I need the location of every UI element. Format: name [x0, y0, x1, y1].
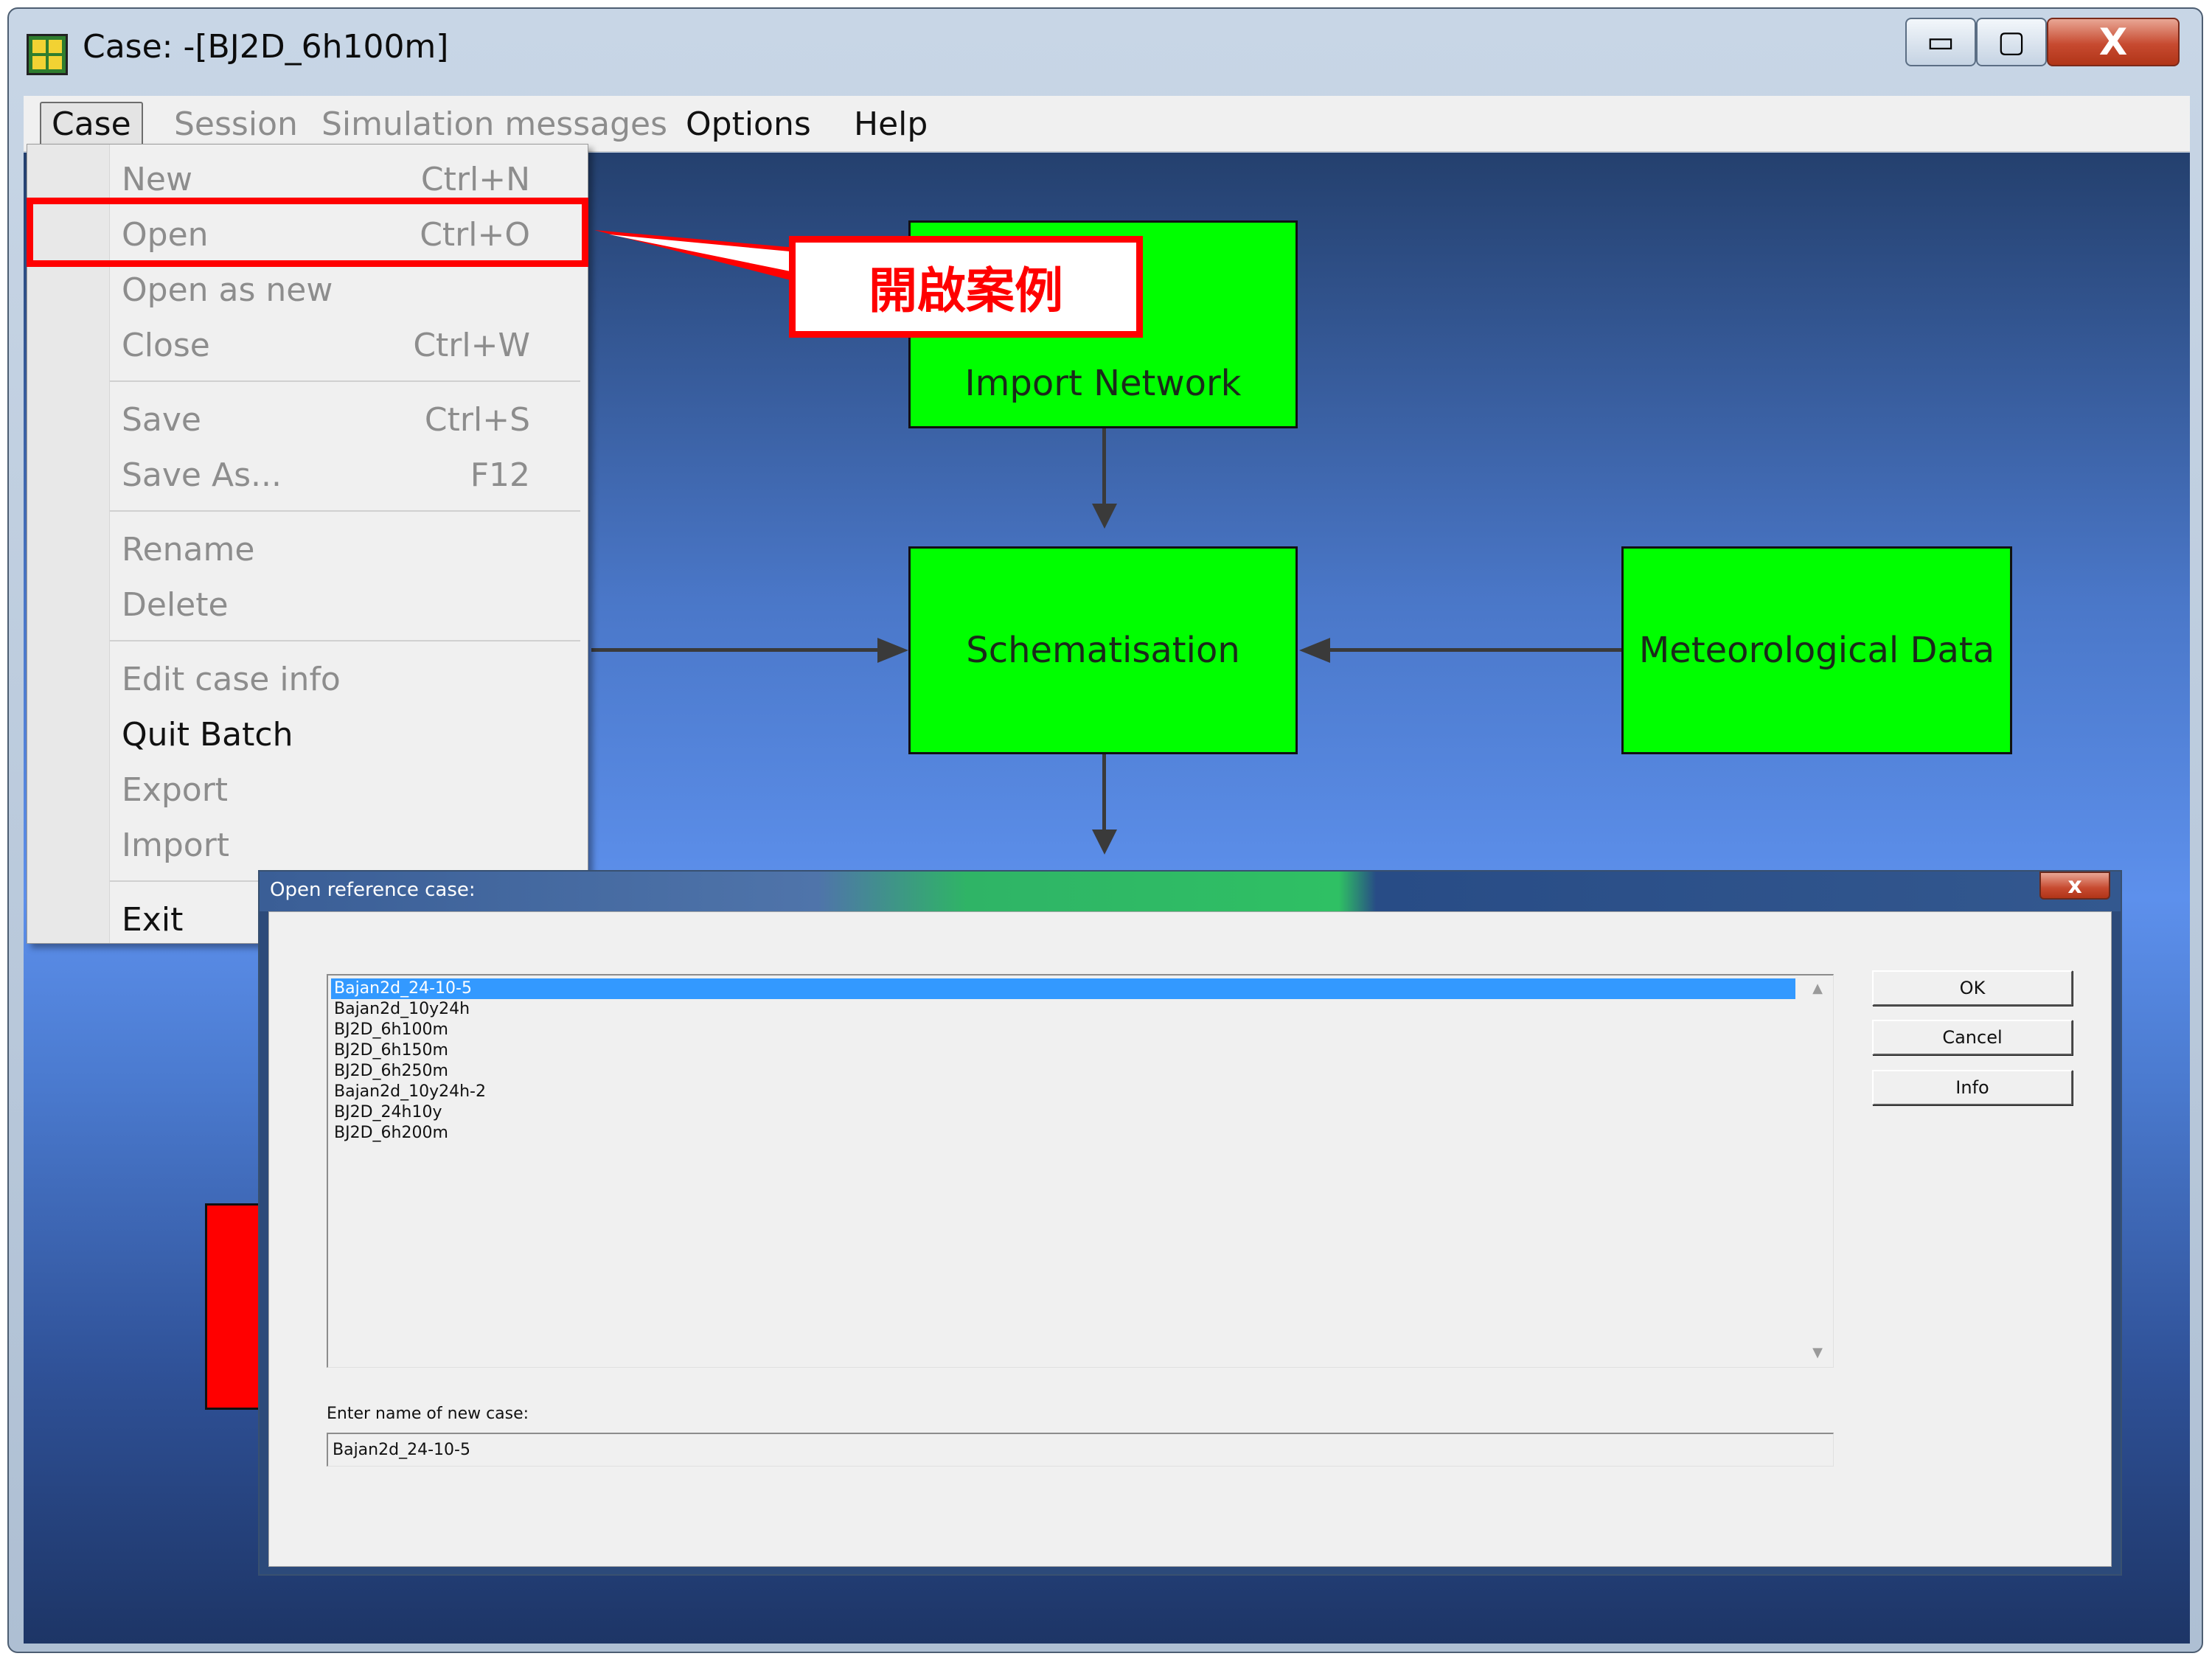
list-scrollbar[interactable]: ▲ ▼ [1803, 975, 1832, 1366]
list-item[interactable]: BJ2D_6h200m [331, 1123, 1795, 1144]
dialog-title: Open reference case: [270, 879, 476, 901]
open-reference-case-dialog: Open reference case: x Bajan2d_24-10-5 B… [258, 870, 2122, 1576]
list-item[interactable]: BJ2D_6h150m [331, 1040, 1795, 1061]
case-list[interactable]: Bajan2d_24-10-5 Bajan2d_10y24h BJ2D_6h10… [327, 974, 1834, 1368]
scroll-up-icon[interactable]: ▲ [1803, 977, 1832, 999]
scroll-down-icon[interactable]: ▼ [1803, 1341, 1832, 1363]
dialog-title-bar[interactable]: Open reference case: [260, 872, 2121, 911]
new-case-label: Enter name of new case: [327, 1405, 529, 1423]
list-item[interactable]: Bajan2d_10y24h-2 [331, 1082, 1795, 1102]
list-item[interactable]: BJ2D_24h10y [331, 1102, 1795, 1123]
list-item[interactable]: BJ2D_6h250m [331, 1061, 1795, 1082]
dialog-close-button[interactable]: x [2039, 872, 2110, 900]
close-icon: x [2067, 872, 2082, 899]
info-button[interactable]: Info [1872, 1070, 2073, 1105]
cancel-button[interactable]: Cancel [1872, 1020, 2073, 1055]
list-item[interactable]: Bajan2d_24-10-5 [331, 978, 1795, 999]
callout-label: 開啟案例 [789, 236, 1143, 338]
list-item[interactable]: Bajan2d_10y24h [331, 999, 1795, 1020]
dialog-body: Bajan2d_24-10-5 Bajan2d_10y24h BJ2D_6h10… [268, 911, 2112, 1567]
new-case-name-input[interactable] [327, 1433, 1834, 1467]
ok-button[interactable]: OK [1872, 970, 2073, 1006]
list-item[interactable]: BJ2D_6h100m [331, 1020, 1795, 1040]
